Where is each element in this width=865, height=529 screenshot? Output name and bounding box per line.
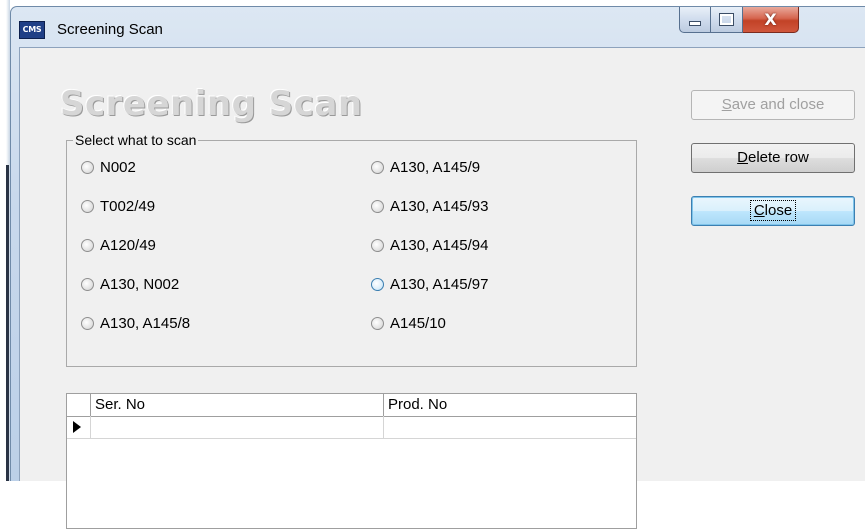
radio-button-icon[interactable] <box>371 200 384 213</box>
radio-button-icon[interactable] <box>81 239 94 252</box>
radio-a130-a145-8[interactable]: A130, A145/8 <box>81 315 190 332</box>
row-selector[interactable] <box>67 416 91 438</box>
radio-button-icon[interactable] <box>81 161 94 174</box>
radio-button-icon[interactable] <box>371 239 384 252</box>
column-header-prod-no[interactable]: Prod. No <box>384 394 636 416</box>
app-icon[interactable]: CMS <box>19 21 45 39</box>
radio-label: T002/49 <box>100 198 156 215</box>
minimize-button[interactable] <box>679 7 711 33</box>
radio-button-icon[interactable] <box>371 317 384 330</box>
scan-grid[interactable]: Ser. No Prod. No <box>66 393 637 529</box>
radio-a130-a145-9[interactable]: A130, A145/9 <box>371 159 480 176</box>
desktop-edge <box>0 0 10 481</box>
close-button[interactable]: Close <box>691 196 855 226</box>
radio-label: A130, A145/9 <box>390 159 481 176</box>
radio-button-icon[interactable] <box>371 278 384 291</box>
radio-a130-a145-93[interactable]: A130, A145/93 <box>371 198 488 215</box>
radio-t002-49[interactable]: T002/49 <box>81 198 155 215</box>
table-row[interactable] <box>67 416 636 439</box>
screening-scan-window: CMS Screening Scan X Screening Scan Sele… <box>10 6 865 529</box>
close-label: lose <box>764 202 793 219</box>
current-row-arrow-icon <box>73 421 81 433</box>
save-and-close-mnemonic: S <box>721 96 732 113</box>
radio-label: A130, A145/94 <box>390 237 489 254</box>
radio-label: A120/49 <box>100 237 156 254</box>
cell-prod-no[interactable] <box>384 416 636 438</box>
radio-label: A130, A145/8 <box>100 315 191 332</box>
delete-row-mnemonic: D <box>737 149 748 166</box>
row-header-corner <box>67 394 91 416</box>
radio-button-icon[interactable] <box>81 200 94 213</box>
maximize-icon <box>719 13 734 26</box>
radio-button-icon[interactable] <box>371 161 384 174</box>
radio-a145-10[interactable]: A145/10 <box>371 315 446 332</box>
close-window-button[interactable]: X <box>743 7 799 33</box>
delete-row-label: elete row <box>747 149 809 166</box>
save-and-close-label: ave and close <box>731 96 825 113</box>
radio-a120-49[interactable]: A120/49 <box>81 237 156 254</box>
radio-button-icon[interactable] <box>81 317 94 330</box>
radio-button-icon[interactable] <box>81 278 94 291</box>
radio-n002[interactable]: N002 <box>81 159 136 176</box>
minimize-icon <box>689 21 701 26</box>
radio-a130-a145-94[interactable]: A130, A145/94 <box>371 237 488 254</box>
window-title: Screening Scan <box>57 21 163 38</box>
desktop-edge-shadow <box>6 165 9 481</box>
title-bar[interactable]: CMS Screening Scan X <box>11 7 865 47</box>
grid-header: Ser. No Prod. No <box>67 394 636 417</box>
close-mnemonic: C <box>753 202 765 219</box>
save-and-close-button[interactable]: Save and close <box>691 90 855 120</box>
radio-a130-n002[interactable]: A130, N002 <box>81 276 179 293</box>
delete-row-button[interactable]: Delete row <box>691 143 855 173</box>
radio-label: N002 <box>100 159 136 176</box>
close-button-focus: Close <box>749 200 797 221</box>
radio-label: A130, A145/93 <box>390 198 489 215</box>
cell-ser-no[interactable] <box>91 416 384 438</box>
radio-a130-a145-97[interactable]: A130, A145/97 <box>371 276 488 293</box>
client-area: Screening Scan Select what to scan N002 … <box>19 47 865 529</box>
scan-selection-group: Select what to scan N002 T002/49 A120/49… <box>66 132 637 367</box>
form-heading: Screening Scan <box>60 84 363 124</box>
scan-selection-legend: Select what to scan <box>73 132 199 148</box>
radio-label: A130, N002 <box>100 276 180 293</box>
radio-label: A145/10 <box>390 315 446 332</box>
maximize-button[interactable] <box>711 7 743 33</box>
column-header-ser-no[interactable]: Ser. No <box>91 394 384 416</box>
close-icon: X <box>764 10 777 29</box>
radio-label: A130, A145/97 <box>390 276 489 293</box>
